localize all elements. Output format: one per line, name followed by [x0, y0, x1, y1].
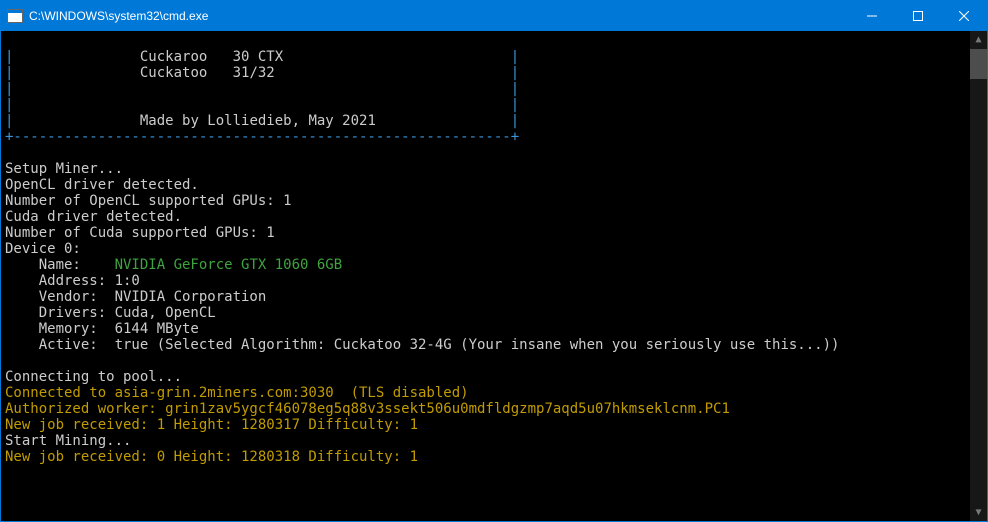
banner-pipe: | — [511, 97, 519, 113]
device-name-label: Name: — [5, 257, 115, 273]
pool-authorized: Authorized worker: grin1zav5ygcf46078eg5… — [5, 401, 730, 417]
scroll-thumb[interactable] — [970, 49, 987, 79]
banner-algo2: Cuckatoo 31/32 — [140, 65, 275, 81]
scroll-down-icon[interactable]: ▼ — [970, 504, 987, 521]
banner-algo1: Cuckaroo 30 CTX — [140, 49, 283, 65]
banner-pipe: | — [511, 49, 519, 65]
setup-line: Number of OpenCL supported GPUs: 1 — [5, 193, 292, 209]
setup-line: OpenCL driver detected. — [5, 177, 199, 193]
pool-connecting: Connecting to pool... — [5, 369, 182, 385]
scroll-up-icon[interactable]: ▲ — [970, 31, 987, 48]
pool-job: New job received: 1 Height: 1280317 Diff… — [5, 417, 418, 433]
setup-line: Device 0: — [5, 241, 81, 257]
banner-border: +---------------------------------------… — [5, 129, 519, 145]
banner-pipe: | — [511, 81, 519, 97]
setup-line: Cuda driver detected. — [5, 209, 182, 225]
vertical-scrollbar[interactable]: ▲ ▼ — [970, 31, 987, 521]
maximize-button[interactable] — [895, 1, 941, 31]
pool-start: Start Mining... — [5, 433, 131, 449]
titlebar-left: C:\WINDOWS\system32\cmd.exe — [7, 9, 208, 23]
device-address: Address: 1:0 — [5, 273, 140, 289]
setup-line: Setup Miner... — [5, 161, 123, 177]
close-button[interactable] — [941, 1, 987, 31]
window-titlebar: C:\WINDOWS\system32\cmd.exe — [1, 1, 987, 31]
cmd-icon — [7, 9, 23, 23]
device-memory: Memory: 6144 MByte — [5, 321, 199, 337]
pool-connected: Connected to asia-grin.2miners.com:3030 … — [5, 385, 469, 401]
device-drivers: Drivers: Cuda, OpenCL — [5, 305, 216, 321]
banner-credit: Made by Lolliedieb, May 2021 — [140, 113, 376, 129]
setup-line: Number of Cuda supported GPUs: 1 — [5, 225, 275, 241]
device-active: Active: true (Selected Algorithm: Cuckat… — [5, 337, 839, 353]
device-name-value: NVIDIA GeForce GTX 1060 6GB — [115, 257, 343, 273]
banner-pipe: | — [511, 113, 519, 129]
pool-job: New job received: 0 Height: 1280318 Diff… — [5, 449, 418, 465]
terminal-output: | Cuckaroo 30 CTX | | Cuckatoo 31/32 | |… — [1, 31, 970, 521]
window-controls — [849, 1, 987, 31]
window-title: C:\WINDOWS\system32\cmd.exe — [29, 9, 208, 23]
banner-pipe: | — [511, 65, 519, 81]
device-vendor: Vendor: NVIDIA Corporation — [5, 289, 266, 305]
minimize-button[interactable] — [849, 1, 895, 31]
content-wrap: | Cuckaroo 30 CTX | | Cuckatoo 31/32 | |… — [1, 31, 987, 521]
